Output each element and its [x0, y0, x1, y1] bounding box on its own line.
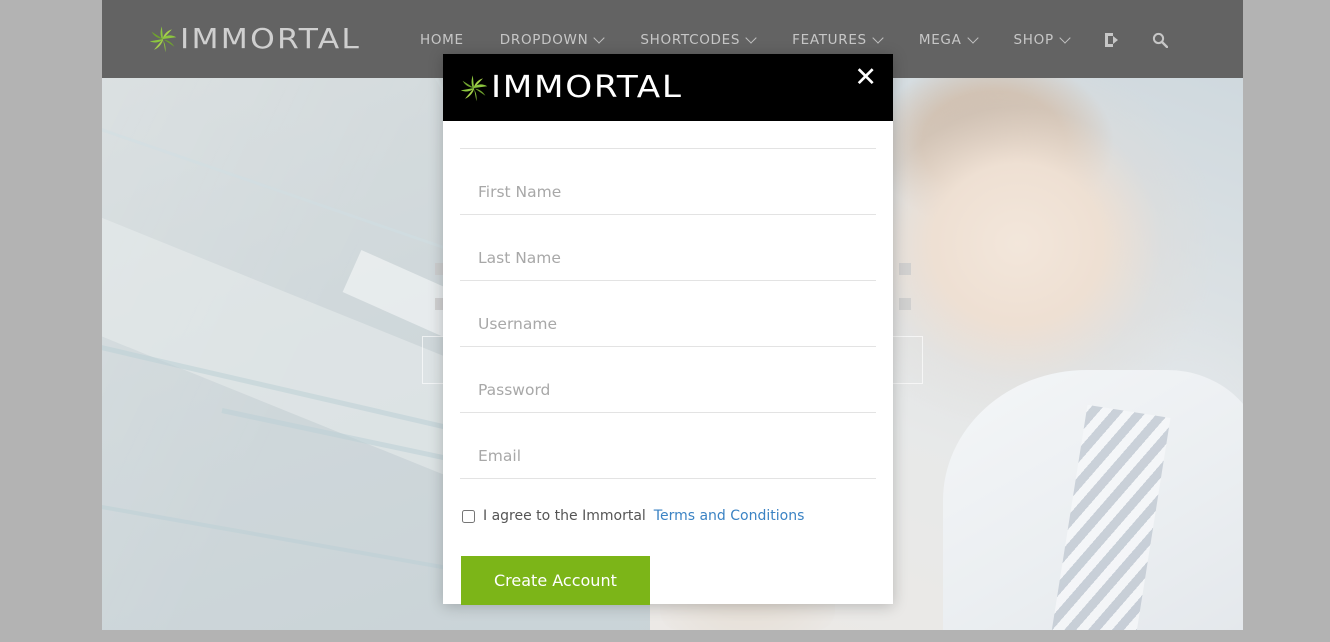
modal-body: I agree to the Immortal Terms and Condit… — [443, 121, 893, 605]
search-icon-glyph — [1152, 32, 1168, 48]
login-icon[interactable] — [1088, 32, 1136, 48]
nav-label-shop: SHOP — [1013, 32, 1054, 48]
email-input[interactable] — [460, 434, 876, 478]
nav-item-shop[interactable]: SHOP — [996, 32, 1088, 48]
page-left-gutter — [0, 0, 102, 642]
password-input[interactable] — [460, 368, 876, 412]
terms-agreement-row: I agree to the Immortal Terms and Condit… — [460, 508, 876, 524]
nav-label-features: FEATURES — [792, 32, 867, 48]
close-icon[interactable]: ✕ — [854, 64, 877, 91]
nav-item-dropdown[interactable]: DROPDOWN — [482, 32, 623, 48]
chevron-down-icon — [595, 34, 604, 43]
nav-label-shortcodes: SHORTCODES — [640, 32, 741, 48]
nav-item-mega[interactable]: MEGA — [901, 32, 996, 48]
hero-marker — [898, 298, 911, 310]
nav-item-features[interactable]: FEATURES — [774, 32, 901, 48]
browser-viewport: IMMORTAL HOME DROPDOWN SHORTCODES FEATUR… — [0, 0, 1330, 642]
nav-item-home[interactable]: HOME — [402, 32, 482, 48]
terms-and-conditions-link[interactable]: Terms and Conditions — [654, 508, 805, 524]
username-input[interactable] — [460, 302, 876, 346]
nav-label-dropdown: DROPDOWN — [499, 32, 589, 48]
first-name-input[interactable] — [460, 170, 876, 214]
login-icon-glyph — [1104, 33, 1118, 47]
last-name-input[interactable] — [460, 236, 876, 280]
search-icon[interactable] — [1136, 32, 1184, 48]
field-email — [460, 412, 876, 479]
nav-label-mega: MEGA — [918, 32, 962, 48]
nav-label-home: HOME — [420, 32, 464, 48]
chevron-down-icon — [1061, 34, 1070, 43]
leaf-icon — [149, 25, 177, 52]
chevron-down-icon — [874, 34, 883, 43]
modal-logo-text: IMMORTAL — [491, 70, 683, 105]
register-modal: IMMORTAL ✕ I agree to the Immortal — [443, 54, 893, 605]
hero-marker — [898, 263, 911, 275]
terms-checkbox[interactable] — [462, 509, 475, 523]
site-logo-text: IMMORTAL — [180, 22, 362, 55]
chevron-down-icon — [747, 34, 756, 43]
terms-agreement-text: I agree to the Immortal — [483, 508, 646, 524]
create-account-button[interactable]: Create Account — [461, 556, 650, 605]
modal-logo[interactable]: IMMORTAL — [459, 70, 681, 105]
site-logo[interactable]: IMMORTAL — [148, 22, 359, 55]
chevron-down-icon — [969, 34, 978, 43]
field-username — [460, 280, 876, 347]
field-last-name — [460, 214, 876, 281]
field-password — [460, 346, 876, 413]
page-below-hero — [102, 630, 1243, 642]
nav-item-shortcodes[interactable]: SHORTCODES — [622, 32, 774, 48]
field-first-name — [460, 148, 876, 215]
main-navigation: HOME DROPDOWN SHORTCODES FEATURES MEGA S… — [402, 28, 1184, 52]
leaf-icon — [460, 74, 488, 101]
modal-header: IMMORTAL ✕ — [443, 54, 893, 121]
